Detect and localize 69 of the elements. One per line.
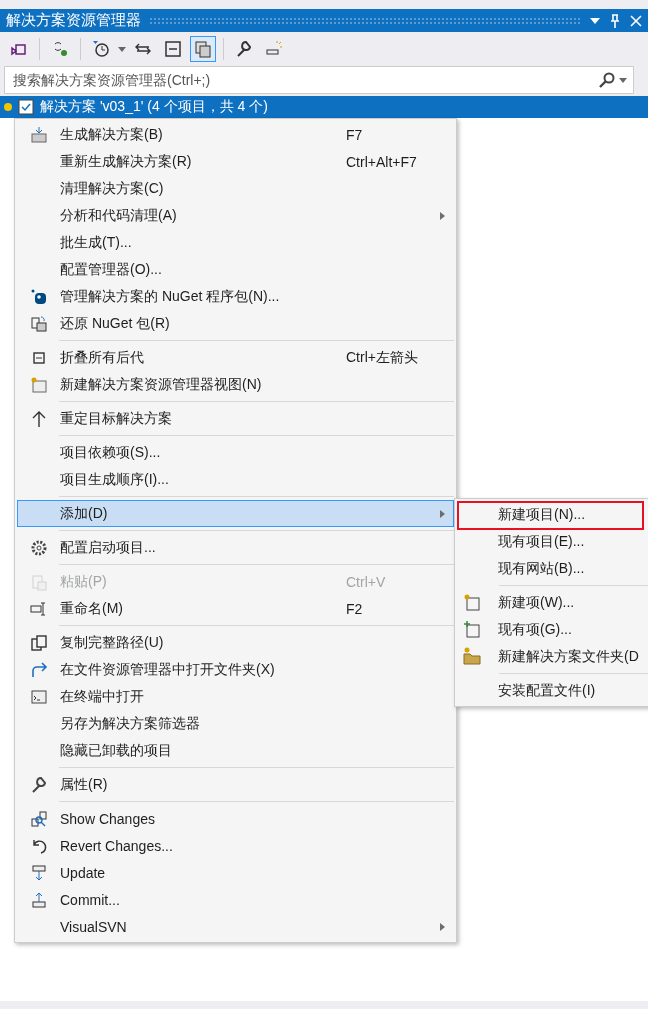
search-field[interactable]: 搜索解决方案资源管理器(Ctrl+;) [4,66,634,94]
menu-item[interactable]: VisualSVN [17,913,454,940]
menu-item[interactable]: 还原 NuGet 包(R) [17,310,454,337]
copy-icon [30,633,48,652]
search-icon[interactable] [599,72,615,88]
close-icon[interactable] [630,14,642,27]
menu-item[interactable]: 复制完整路径(U) [17,629,454,656]
menu-item[interactable]: 添加(D) [17,500,454,527]
menu-item[interactable]: 生成解决方案(B) F7 [17,121,454,148]
dropdown-icon[interactable] [590,17,600,24]
menu-item[interactable]: 折叠所有后代 Ctrl+左箭头 [17,344,454,371]
menu-item[interactable]: 在文件资源管理器中打开文件夹(X) [17,656,454,683]
window-title: 解决方案资源管理器 [6,11,141,30]
new-item-icon [463,593,481,611]
menu-item[interactable]: 配置管理器(O)... [17,256,454,283]
tree-item[interactable]: 解决方案 'v03_1' (4 个项目，共 4 个) [0,96,648,118]
menu-item[interactable]: 在终端中打开 [17,683,454,710]
menu-item[interactable]: 新建项目(N)... [457,501,648,528]
redo-arrow-icon [30,660,48,679]
menu-item[interactable]: 新建解决方案资源管理器视图(N) [17,371,454,398]
menu-item[interactable]: 重新生成解决方案(R) Ctrl+Alt+F7 [17,148,454,175]
menu-item[interactable]: 属性(R) [17,771,454,798]
pin-icon[interactable] [610,13,620,28]
restore-icon [30,314,48,333]
submenu-arrow-icon [440,922,446,931]
up-arrow-icon [30,409,48,428]
commit-icon [30,890,48,909]
history-icon [92,40,110,58]
menu-item[interactable]: 重命名(M) F2 [17,595,454,622]
caret-icon[interactable] [619,77,627,83]
menu-item[interactable]: Commit... [17,886,454,913]
menu-item[interactable]: Revert Changes... [17,832,454,859]
menu-item[interactable]: 现有项(G)... [457,616,648,643]
build-icon [30,125,48,144]
status-dot-icon [4,103,12,111]
clipboard-icon [30,572,48,591]
submenu-arrow-icon [440,211,446,220]
menu-item[interactable]: 新建解决方案文件夹(D [457,643,648,670]
search-document-icon [30,809,48,828]
caret-icon[interactable] [118,46,126,52]
update-icon [30,863,48,882]
preview-icon [265,40,283,58]
menu-item[interactable]: 隐藏已卸载的项目 [17,737,454,764]
menu-item[interactable]: 配置启动项目... [17,534,454,561]
menu-item[interactable]: 管理解决方案的 NuGet 程序包(N)... [17,283,454,310]
menu-item[interactable]: 项目生成顺序(I)... [17,466,454,493]
menu-item[interactable]: 现有项目(E)... [457,528,648,555]
menu-item[interactable]: 另存为解决方案筛选器 [17,710,454,737]
existing-item-icon [463,620,481,638]
menu-item[interactable]: 项目依赖项(S)... [17,439,454,466]
menu-item[interactable]: Show Changes [17,805,454,832]
menu-item[interactable]: 批生成(T)... [17,229,454,256]
submenu-arrow-icon [440,509,446,518]
menu-item[interactable]: 现有网站(B)... [457,555,648,582]
new-view-icon [30,375,48,394]
solution-icon [18,99,34,115]
search-input[interactable]: 搜索解决方案资源管理器(Ctrl+;) [11,71,599,89]
menu-item[interactable]: 安装配置文件(I) [457,677,648,704]
terminal-icon [30,687,48,706]
menu-item[interactable]: Update [17,859,454,886]
copy-pages-icon [194,40,212,58]
nuget-icon [30,287,48,306]
collapse-icon [164,40,182,58]
folder-icon [463,647,481,665]
menu-item[interactable]: 重定目标解决方案 [17,405,454,432]
menu-item[interactable]: 分析和代码清理(A) [17,202,454,229]
menu-item[interactable]: 新建项(W)... [457,589,648,616]
rename-icon [30,599,48,618]
menu-item[interactable]: 清理解决方案(C) [17,175,454,202]
